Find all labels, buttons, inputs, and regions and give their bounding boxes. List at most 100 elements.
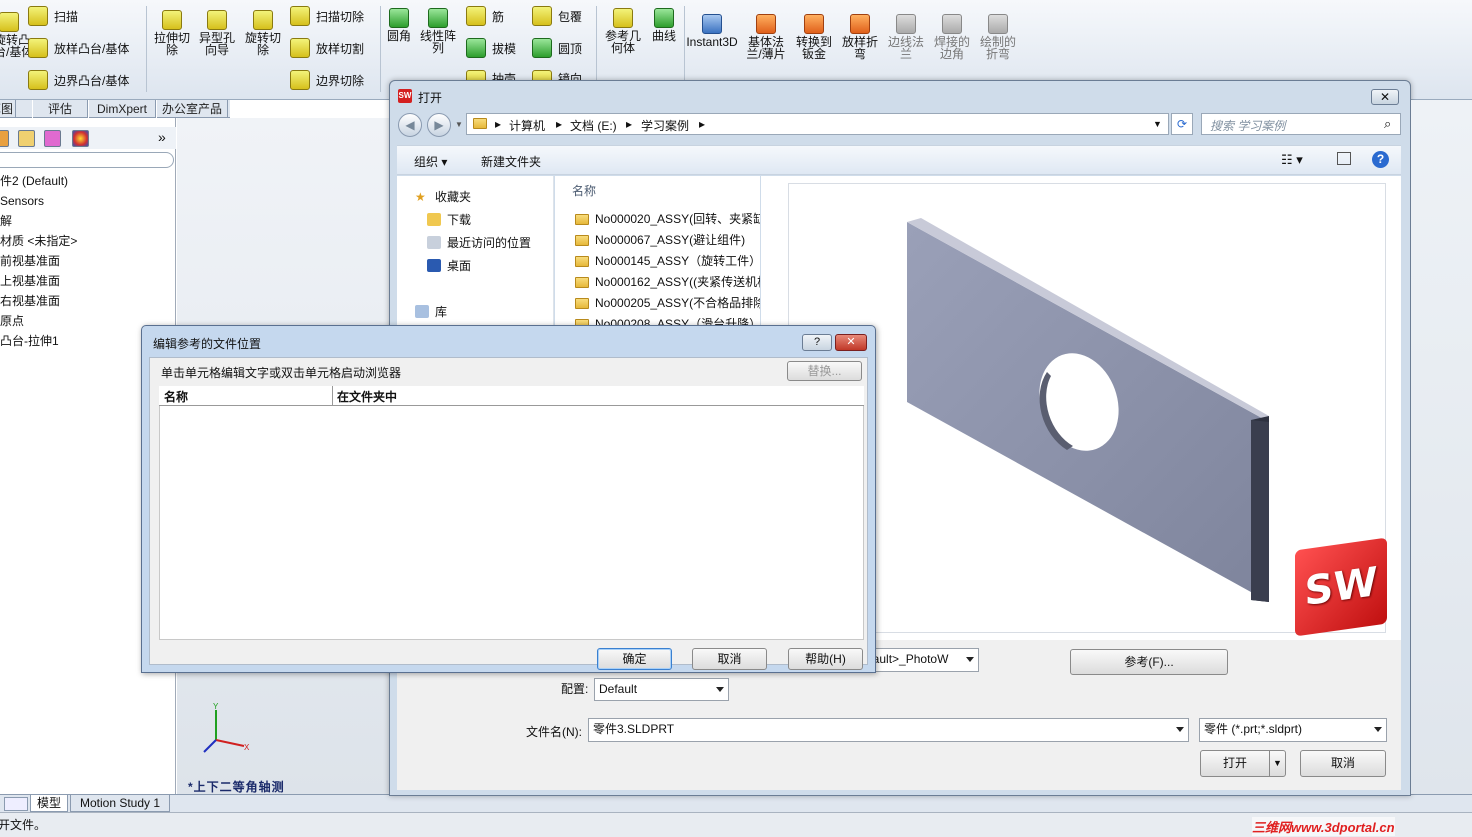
breadcrumb-folder[interactable]: 学习案例 xyxy=(641,117,689,134)
tab-motion-study[interactable]: Motion Study 1 xyxy=(70,795,170,812)
tree-item-sensors[interactable]: Sensors xyxy=(0,191,77,211)
column-header-folder[interactable]: 在文件夹中 xyxy=(337,388,397,405)
organize-button[interactable]: 组织 ▾ xyxy=(414,153,447,170)
property-manager-icon[interactable] xyxy=(18,130,35,147)
edge-flange-icon xyxy=(896,14,916,34)
convert-to-sheet-metal-button[interactable]: 转换到 钣金 xyxy=(792,14,836,60)
reference-geometry-button[interactable]: 参考几 何体 xyxy=(602,8,644,54)
refresh-button[interactable]: ⟳ xyxy=(1171,113,1193,135)
tab-dimxpert[interactable]: DimXpert xyxy=(88,100,156,118)
feature-filter-input[interactable] xyxy=(0,152,174,168)
open-options-arrow-icon[interactable]: ▼ xyxy=(1273,751,1282,776)
extrude-cut-button[interactable]: 拉伸切 除 xyxy=(150,10,194,56)
ok-button[interactable]: 确定 xyxy=(597,648,672,670)
expand-chevron-icon[interactable]: » xyxy=(158,129,166,145)
nav-desktop[interactable]: 桌面 xyxy=(427,257,471,274)
fillet-button[interactable]: 圆角 xyxy=(384,8,414,42)
dropdown-arrow-icon xyxy=(1374,727,1382,732)
welded-corner-button[interactable]: 焊接的 边角 xyxy=(930,14,974,60)
nav-libraries[interactable]: 库 xyxy=(415,303,447,320)
new-folder-button[interactable]: 新建文件夹 xyxy=(481,153,541,170)
tree-item-boss-extrude1[interactable]: 凸台-拉伸1 xyxy=(0,331,77,351)
replace-button[interactable]: 替换... xyxy=(787,361,862,381)
list-item[interactable]: No000020_ASSY(回转、夹紧缸) xyxy=(575,209,760,229)
references-button[interactable]: 参考(F)... xyxy=(1070,649,1228,675)
references-grid[interactable] xyxy=(159,386,864,640)
search-input[interactable]: 搜索 学习案例 ⌕ xyxy=(1201,113,1401,135)
list-item[interactable]: No000145_ASSY（旋转工件） xyxy=(575,251,760,271)
tree-item-right-plane[interactable]: 右视基准面 xyxy=(0,291,77,311)
hole-wizard-button[interactable]: 异型孔 向导 xyxy=(195,10,239,56)
loft-boss-button[interactable]: 放样凸台/基体 xyxy=(28,38,129,58)
address-bar[interactable]: ▸ 计算机 ▸ 文档 (E:) ▸ 学习案例 ▸ ▼ xyxy=(466,113,1169,135)
revolve-cut-button[interactable]: 旋转切 除 xyxy=(241,10,285,56)
ref-help-text-button[interactable]: 帮助(H) xyxy=(788,648,863,670)
tree-item-front-plane[interactable]: 前视基准面 xyxy=(0,251,77,271)
config-label: 配置: xyxy=(561,682,589,696)
dome-button[interactable]: 圆顶 xyxy=(532,38,582,58)
list-item[interactable]: No000205_ASSY(不合格品排除) xyxy=(575,293,760,313)
curves-button[interactable]: 曲线 xyxy=(646,8,682,42)
tab-sketch[interactable]: 草图 xyxy=(0,100,16,118)
ref-help-button[interactable]: ? xyxy=(802,334,832,351)
loft-cut-button[interactable]: 放样切割 xyxy=(290,38,364,58)
configuration-manager-icon[interactable] xyxy=(44,130,61,147)
open-button[interactable]: 打开 ▼ xyxy=(1200,750,1286,777)
base-flange-button[interactable]: 基体法 兰/薄片 xyxy=(744,14,788,60)
help-icon[interactable]: ? xyxy=(1372,151,1389,168)
ref-cancel-button[interactable]: 取消 xyxy=(692,648,767,670)
edge-flange-button[interactable]: 边线法 兰 xyxy=(884,14,928,60)
lofted-bend-button[interactable]: 放样折 弯 xyxy=(838,14,882,60)
display-manager-icon[interactable] xyxy=(72,130,89,147)
list-item[interactable]: No000067_ASSY(避让组件) xyxy=(575,230,760,250)
feature-tree-icon[interactable] xyxy=(0,130,9,147)
nav-downloads[interactable]: 下载 xyxy=(427,211,471,228)
configuration-select[interactable]: Default xyxy=(594,678,729,701)
tree-item-annotations[interactable]: 注解 xyxy=(0,211,77,231)
sketched-bend-button[interactable]: 绘制的 折弯 xyxy=(976,14,1020,60)
tree-item-origin[interactable]: 原点 xyxy=(0,311,77,331)
open-dialog-close-button[interactable]: ✕ xyxy=(1371,89,1399,105)
revolve-boss-button[interactable]: 旋转凸 台/基体 xyxy=(0,12,33,58)
tree-item-part[interactable]: 零件2 (Default) xyxy=(0,171,77,191)
open-dialog-title: 打开 xyxy=(418,91,443,105)
column-header-name[interactable]: 名称 xyxy=(572,182,596,199)
list-item[interactable]: No000162_ASSY((夹紧传送机构) xyxy=(575,272,760,292)
filename-input[interactable]: 零件3.SLDPRT xyxy=(588,718,1189,742)
forward-button[interactable]: ▶ xyxy=(427,113,451,137)
nav-recent-places[interactable]: 最近访问的位置 xyxy=(427,234,531,251)
tree-item-material[interactable]: 材质 <未指定> xyxy=(0,231,77,251)
draft-button[interactable]: 拔模 xyxy=(466,38,516,58)
sweep-cut-button[interactable]: 扫描切除 xyxy=(290,6,364,26)
tab-evaluate[interactable]: 评估 xyxy=(32,100,88,118)
rib-button[interactable]: 筋 xyxy=(466,6,504,26)
tab-model[interactable]: 模型 xyxy=(30,795,68,812)
preview-pane-icon[interactable] xyxy=(1337,152,1351,165)
tab-office-products[interactable]: 办公室产品 xyxy=(156,100,228,118)
boundary-cut-button[interactable]: 边界切除 xyxy=(290,70,364,90)
ref-close-button[interactable]: ✕ xyxy=(835,334,867,351)
file-type-select[interactable]: 零件 (*.prt;*.sldprt) xyxy=(1199,718,1387,742)
hole-wizard-icon xyxy=(207,10,227,30)
instant3d-button[interactable]: Instant3D xyxy=(686,14,738,48)
linear-pattern-button[interactable]: 线性阵 列 xyxy=(418,8,458,54)
cancel-button[interactable]: 取消 xyxy=(1300,750,1386,777)
nav-favorites[interactable]: ★ 收藏夹 xyxy=(415,188,471,205)
wrap-button[interactable]: 包覆 xyxy=(532,6,582,26)
breadcrumb-drive[interactable]: 文档 (E:) xyxy=(570,117,617,134)
boundary-boss-button[interactable]: 边界凸台/基体 xyxy=(28,70,129,90)
view-options-icon[interactable]: ☷ ▾ xyxy=(1281,152,1303,168)
display-state-select[interactable]: <Default>_PhotoW xyxy=(864,648,979,672)
tree-item-top-plane[interactable]: 上视基准面 xyxy=(0,271,77,291)
sweep-button[interactable]: 扫描 xyxy=(28,6,78,26)
folder-icon xyxy=(575,235,589,247)
history-dropdown-icon[interactable]: ▼ xyxy=(455,120,463,129)
tab-scroll-icon[interactable] xyxy=(4,797,28,811)
close-icon: ✕ xyxy=(846,336,856,348)
breadcrumb-computer[interactable]: 计算机 xyxy=(509,117,545,134)
address-dropdown-icon[interactable]: ▼ xyxy=(1153,119,1162,129)
revolve-cut-icon xyxy=(253,10,273,30)
column-header-name[interactable]: 名称 xyxy=(164,388,188,405)
curves-icon xyxy=(654,8,674,28)
back-button[interactable]: ◀ xyxy=(398,113,422,137)
